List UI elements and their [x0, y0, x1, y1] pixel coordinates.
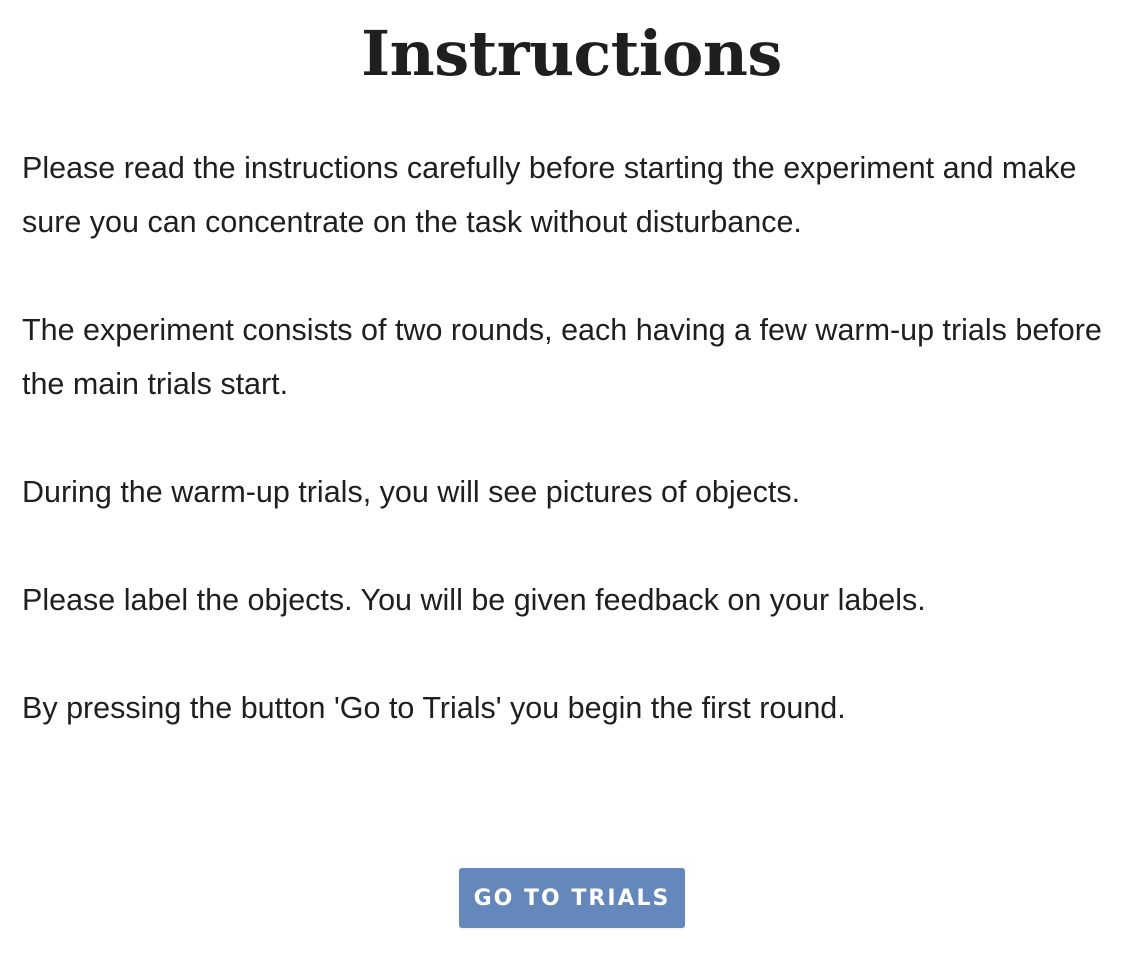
- instruction-paragraph: By pressing the button 'Go to Trials' yo…: [22, 691, 846, 725]
- instruction-paragraph: Please read the instructions carefully b…: [22, 151, 1077, 239]
- instruction-paragraph: Please label the objects. You will be gi…: [22, 583, 926, 617]
- go-to-trials-button[interactable]: Go to Trials: [459, 868, 685, 928]
- instructions-page: Instructions Please read the instruction…: [0, 0, 1143, 958]
- page-title: Instructions: [361, 17, 782, 90]
- instructions-body: Please read the instructions carefully b…: [22, 141, 1132, 789]
- instruction-paragraph: During the warm-up trials, you will see …: [22, 475, 801, 509]
- instruction-paragraph: The experiment consists of two rounds, e…: [22, 313, 1102, 401]
